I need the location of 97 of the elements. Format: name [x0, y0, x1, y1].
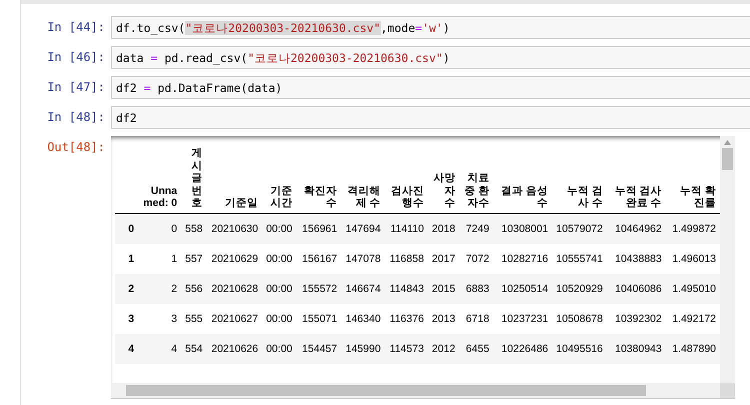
- table-cell: 1.492172: [666, 304, 720, 334]
- table-cell: 116858: [384, 244, 428, 274]
- table-cell: 10508678: [552, 304, 607, 334]
- input-prompt: In [47]:: [46, 79, 106, 96]
- table-cell: 145990: [341, 334, 385, 364]
- column-header: 치료 중 환 자수: [459, 144, 494, 213]
- column-header: 격리해 제 수: [341, 144, 385, 213]
- table-cell: 20210627: [206, 304, 262, 334]
- code-cell[interactable]: df.to_csv("코로나20200303-20210630.csv",mode='w'): [111, 16, 750, 39]
- scrollbar-thumb[interactable]: [722, 148, 733, 170]
- table-cell: 2017: [428, 244, 460, 274]
- table-cell: 10308001: [493, 213, 552, 244]
- table-cell: 114573: [384, 334, 428, 364]
- table-cell: 116376: [384, 304, 428, 334]
- table-cell: 20210629: [206, 244, 262, 274]
- table-cell: 20210628: [206, 274, 262, 304]
- table-cell: 554: [181, 334, 207, 364]
- scrollbar-corner: [720, 383, 735, 398]
- table-cell: 555: [181, 304, 207, 334]
- table-cell: 10250514: [493, 274, 552, 304]
- row-index: 4: [115, 334, 138, 364]
- column-header: 누적 검사 완료 수: [606, 144, 666, 213]
- table-cell: 10380943: [606, 334, 666, 364]
- row-index: 3: [115, 304, 138, 334]
- code-cell[interactable]: data = pd.read_csv("코로나20200303-20210630.csv"): [111, 46, 750, 69]
- table-cell: 146674: [341, 274, 385, 304]
- table-cell: 7072: [459, 244, 494, 274]
- table-cell: 2012: [428, 334, 460, 364]
- table-cell: 7249: [459, 213, 494, 244]
- table-cell: 10579072: [552, 213, 607, 244]
- table-cell: 556: [181, 274, 207, 304]
- column-header: Unnamed: 0: [138, 144, 182, 213]
- code-cell[interactable]: df2: [111, 106, 750, 129]
- table-cell: 6718: [459, 304, 494, 334]
- table-cell: 4: [138, 334, 182, 364]
- column-header: 결과 음성 수: [493, 144, 552, 213]
- scroll-up-icon[interactable]: [724, 140, 731, 145]
- column-header: 기준일: [206, 144, 262, 213]
- column-header: 검사진 행수: [384, 144, 428, 213]
- table-cell: 10495516: [552, 334, 607, 364]
- table-cell: 1.495010: [666, 274, 720, 304]
- table-cell: 00:00: [262, 213, 296, 244]
- code-cell[interactable]: df2 = pd.DataFrame(data): [111, 76, 750, 99]
- table-cell: 2013: [428, 304, 460, 334]
- table-cell: 2015: [428, 274, 460, 304]
- table-cell: 114843: [384, 274, 428, 304]
- table-cell: 557: [181, 244, 207, 274]
- column-header: 기준 시간: [262, 144, 296, 213]
- table-cell: 1.496013: [666, 244, 720, 274]
- table-cell: 1: [138, 244, 182, 274]
- row-index: 2: [115, 274, 138, 304]
- table-cell: 6883: [459, 274, 494, 304]
- input-prompt: In [46]:: [46, 49, 106, 66]
- table-cell: 10438883: [606, 244, 666, 274]
- table-cell: 1.487890: [666, 334, 720, 364]
- table-cell: 10237231: [493, 304, 552, 334]
- table-cell: 156961: [296, 213, 342, 244]
- table-cell: 114110: [384, 213, 428, 244]
- table-cell: 00:00: [262, 334, 296, 364]
- column-header: 사망 자 수: [428, 144, 460, 213]
- column-header: 누적 검사 수: [552, 144, 607, 213]
- table-cell: 147078: [341, 244, 385, 274]
- table-cell: 6455: [459, 334, 494, 364]
- table-cell: 20210630: [206, 213, 262, 244]
- table-cell: 00:00: [262, 304, 296, 334]
- table-cell: 3: [138, 304, 182, 334]
- table-cell: 00:00: [262, 244, 296, 274]
- input-prompt: In [44]:: [46, 19, 106, 36]
- vertical-scrollbar[interactable]: [720, 136, 735, 383]
- column-header: 게시글번호: [181, 144, 207, 213]
- table-cell: 10464962: [606, 213, 666, 244]
- row-index: 1: [115, 244, 138, 274]
- table-cell: 10282716: [493, 244, 552, 274]
- table-cell: 146340: [341, 304, 385, 334]
- row-index: 0: [115, 213, 138, 244]
- table-cell: 20210626: [206, 334, 262, 364]
- table-cell: 2018: [428, 213, 460, 244]
- table-cell: 10392302: [606, 304, 666, 334]
- input-prompt: In [48]:: [46, 109, 106, 126]
- horizontal-scrollbar[interactable]: [111, 383, 720, 398]
- output-prompt: Out[48]:: [46, 139, 106, 156]
- table-cell: 558: [181, 213, 207, 244]
- table-cell: 10226486: [493, 334, 552, 364]
- scrollbar-thumb[interactable]: [126, 385, 646, 396]
- table-cell: 154457: [296, 334, 342, 364]
- table-cell: 00:00: [262, 274, 296, 304]
- table-cell: 0: [138, 213, 182, 244]
- table-cell: 10406086: [606, 274, 666, 304]
- table-cell: 1.499872: [666, 213, 720, 244]
- table-cell: 156167: [296, 244, 342, 274]
- table-cell: 155572: [296, 274, 342, 304]
- table-cell: 155071: [296, 304, 342, 334]
- table-cell: 2: [138, 274, 182, 304]
- column-header: 확진자 수: [296, 144, 342, 213]
- table-cell: 10555741: [552, 244, 607, 274]
- table-cell: 10520929: [552, 274, 607, 304]
- table-cell: 147694: [341, 213, 385, 244]
